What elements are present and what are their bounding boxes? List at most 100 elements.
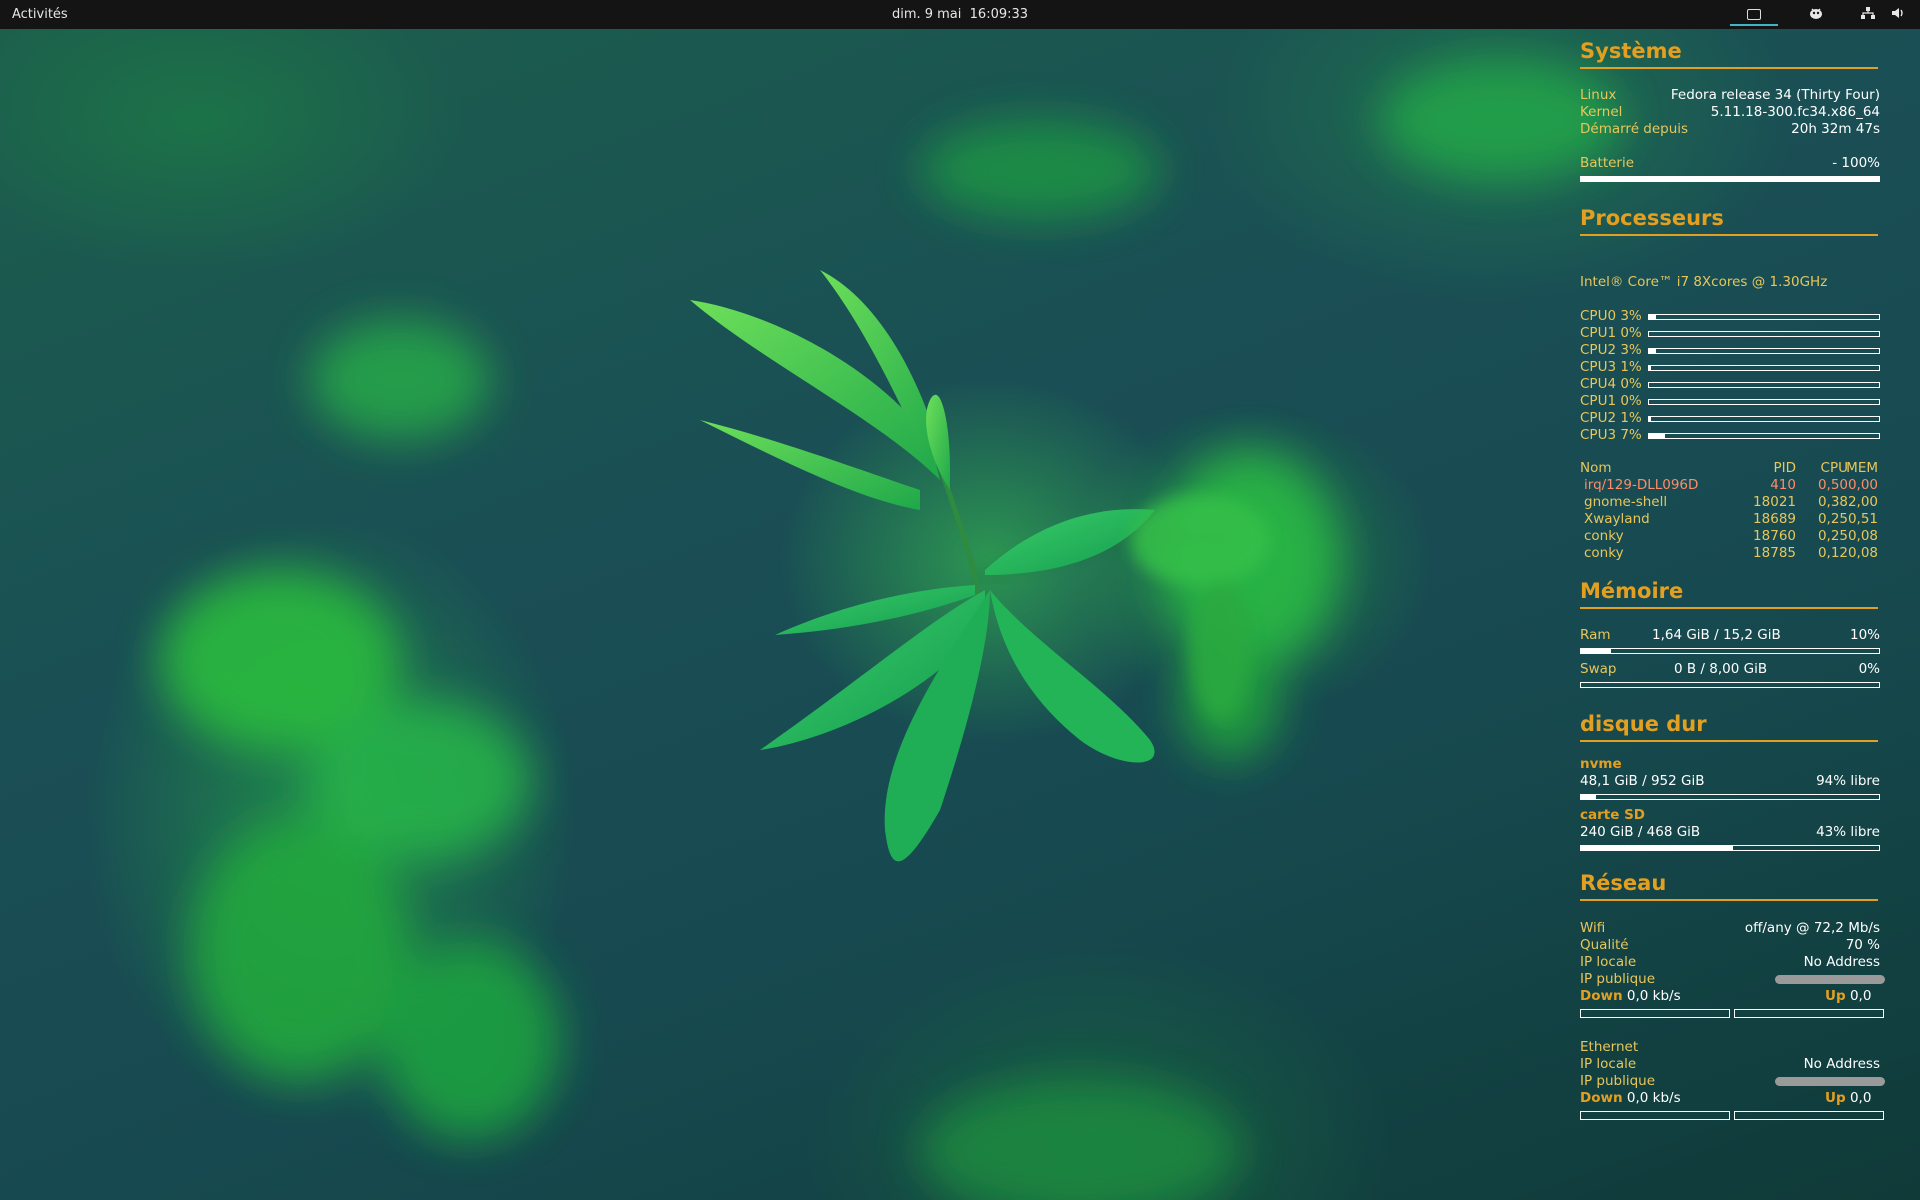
cpu-core-label: CPU3 1% — [1580, 359, 1642, 375]
battery-label: Batterie — [1580, 155, 1635, 171]
proc-header-name: Nom — [1580, 460, 1612, 476]
eth-up-graph — [1734, 1111, 1884, 1120]
wifi-quality-value: 70 % — [1845, 937, 1880, 953]
proc-mem: 0,08 — [1847, 545, 1878, 561]
ram-label: Ram — [1580, 627, 1611, 643]
wifi-down-graph — [1580, 1009, 1730, 1018]
wifi-ip-public-label: IP publique — [1580, 971, 1656, 987]
wallpaper — [160, 60, 1620, 1200]
wifi-down: Down 0,0 kb/s — [1580, 988, 1681, 1004]
wifi-ip-public-redacted — [1775, 971, 1885, 987]
proc-name: conky — [1584, 545, 1624, 561]
cpu-core-label: CPU2 1% — [1580, 410, 1642, 426]
cpu-core-label: CPU0 3% — [1580, 308, 1642, 324]
proc-mem: 0,51 — [1847, 511, 1878, 527]
divider — [1580, 899, 1878, 901]
section-title-systeme: Système — [1580, 39, 1682, 63]
uptime-label: Démarré depuis — [1580, 121, 1689, 137]
disk-free-sd: 43% libre — [1816, 824, 1880, 840]
linux-label: Linux — [1580, 87, 1617, 103]
eth-down-graph — [1580, 1111, 1730, 1120]
kernel-label: Kernel — [1580, 104, 1623, 120]
wifi-down-value: 0,0 kb/s — [1626, 988, 1681, 1004]
disk-usage-sd: 240 GiB / 468 GiB — [1580, 824, 1701, 840]
cpu-core-label: CPU4 0% — [1580, 376, 1642, 392]
cpu-core-label: CPU1 0% — [1580, 325, 1642, 341]
swap-label: Swap — [1580, 661, 1617, 677]
ram-bar — [1580, 648, 1880, 654]
proc-name: Xwayland — [1584, 511, 1650, 527]
wifi-value: off/any @ 72,2 Mb/s — [1744, 920, 1880, 936]
proc-name: irq/129-DLL096D — [1584, 477, 1699, 493]
cpu-core-bar — [1648, 314, 1880, 320]
eth-ip-public-label: IP publique — [1580, 1073, 1656, 1089]
cpu-core-bar — [1648, 365, 1880, 371]
cpu-core-bar — [1648, 382, 1880, 388]
section-title-disque: disque dur — [1580, 712, 1707, 736]
goose-icon[interactable] — [1807, 5, 1825, 23]
divider — [1580, 234, 1878, 236]
disk-name-nvme: nvme — [1580, 756, 1622, 772]
wifi-ip-local-value: No Address — [1803, 954, 1880, 970]
clock-date: dim. 9 mai — [891, 7, 962, 22]
wifi-label: Wifi — [1580, 920, 1606, 936]
swap-percent: 0% — [1858, 661, 1880, 677]
disk-free-nvme: 94% libre — [1816, 773, 1880, 789]
cpu-core-bar — [1648, 348, 1880, 354]
battery-bar — [1580, 176, 1880, 182]
eth-down-value: 0,0 kb/s — [1626, 1090, 1681, 1106]
divider — [1580, 740, 1878, 742]
cpu-core-bar — [1648, 416, 1880, 422]
proc-header-mem: MEM — [1846, 460, 1878, 476]
cpu-core-bar — [1648, 399, 1880, 405]
ethernet-label: Ethernet — [1580, 1039, 1639, 1055]
battery-value: - 100% — [1832, 155, 1880, 171]
wifi-up-label: Up — [1825, 988, 1846, 1004]
cpu-core-label: CPU3 7% — [1580, 427, 1642, 443]
disk-name-sd: carte SD — [1580, 807, 1646, 823]
eth-up-label: Up — [1825, 1090, 1846, 1106]
disk-usage-nvme: 48,1 GiB / 952 GiB — [1580, 773, 1705, 789]
kernel-value: 5.11.18-300.fc34.x86_64 — [1710, 104, 1880, 120]
cpu-model: Intel® Core™ i7 8Xcores @ 1.30GHz — [1580, 274, 1828, 290]
ram-value: 1,64 GiB / 15,2 GiB — [1652, 627, 1781, 643]
disk-bar-nvme — [1580, 794, 1880, 800]
section-title-reseau: Réseau — [1580, 871, 1667, 895]
proc-mem: 0,00 — [1847, 477, 1878, 493]
ram-percent: 10% — [1849, 627, 1880, 643]
section-title-memoire: Mémoire — [1580, 579, 1684, 603]
wifi-ip-local-label: IP locale — [1580, 954, 1637, 970]
eth-ip-local-value: No Address — [1803, 1056, 1880, 1072]
linux-value: Fedora release 34 (Thirty Four) — [1670, 87, 1880, 103]
top-bar: Activités dim. 9 mai 16:09:33 — [0, 0, 1920, 29]
section-title-processeurs: Processeurs — [1580, 206, 1724, 230]
wifi-quality-label: Qualité — [1580, 937, 1629, 953]
swap-value: 0 B / 8,00 GiB — [1674, 661, 1768, 677]
wifi-down-label: Down — [1580, 988, 1623, 1004]
eth-up-value: 0,0 — [1849, 1090, 1872, 1106]
wifi-up-value: 0,0 — [1849, 988, 1872, 1004]
swap-bar — [1580, 682, 1880, 688]
cpu-core-label: CPU2 3% — [1580, 342, 1642, 358]
screencast-icon[interactable] — [1730, 4, 1778, 26]
volume-icon[interactable] — [1889, 5, 1907, 23]
cpu-core-bar — [1648, 433, 1880, 439]
wifi-up-graph — [1734, 1009, 1884, 1018]
proc-mem: 0,08 — [1847, 528, 1878, 544]
uptime-value: 20h 32m 47s — [1791, 121, 1880, 137]
wifi-up: Up 0,0 — [1825, 988, 1871, 1004]
proc-name: gnome-shell — [1584, 494, 1668, 510]
eth-up: Up 0,0 — [1825, 1090, 1871, 1106]
network-icon[interactable] — [1859, 5, 1877, 23]
eth-down: Down 0,0 kb/s — [1580, 1090, 1681, 1106]
eth-ip-public-redacted — [1775, 1073, 1885, 1089]
divider — [1580, 67, 1878, 69]
proc-mem: 2,00 — [1847, 494, 1878, 510]
proc-name: conky — [1584, 528, 1624, 544]
eth-ip-local-label: IP locale — [1580, 1056, 1637, 1072]
clock[interactable]: dim. 9 mai 16:09:33 — [0, 7, 1920, 22]
cpu-core-bar — [1648, 331, 1880, 337]
divider — [1580, 607, 1878, 609]
disk-bar-sd — [1580, 845, 1880, 851]
eth-down-label: Down — [1580, 1090, 1623, 1106]
